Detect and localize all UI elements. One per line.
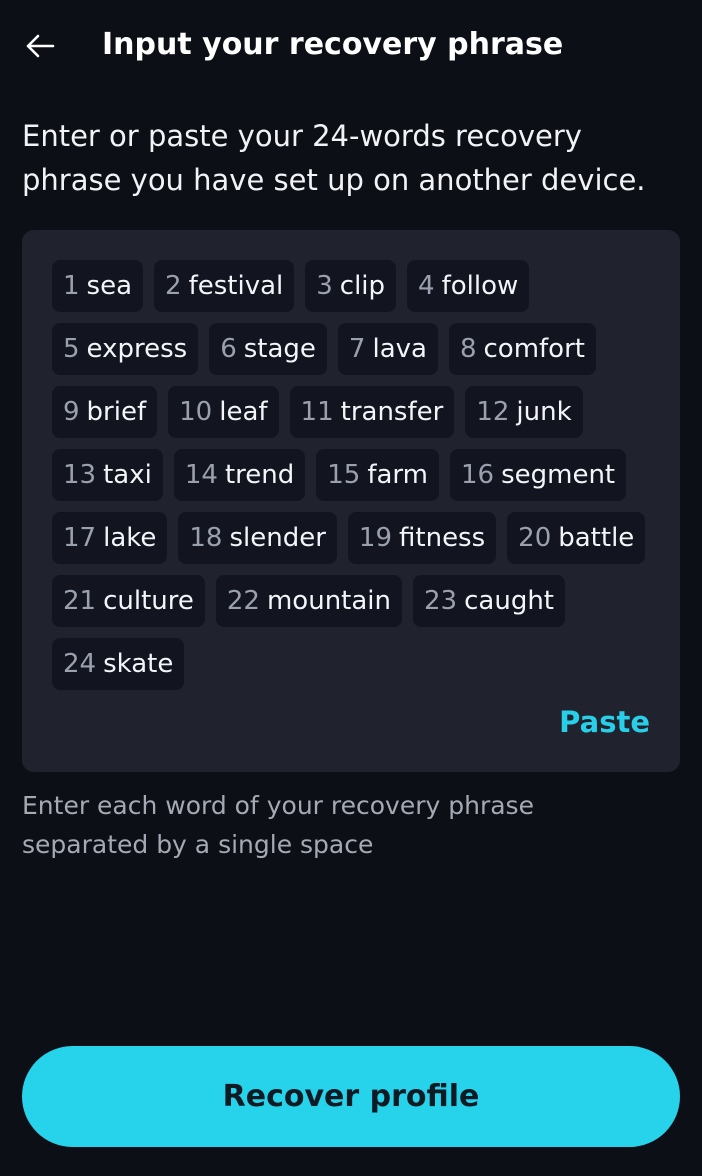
recover-profile-button[interactable]: Recover profile — [22, 1046, 680, 1147]
word-chip-number: 16 — [460, 460, 495, 490]
word-chip-number: 3 — [316, 271, 333, 301]
word-chip-text: skate — [103, 649, 174, 679]
word-chip[interactable]: 2 festival — [154, 260, 295, 312]
word-chip-number: 7 — [348, 334, 366, 364]
word-chip-text: brief — [86, 397, 147, 427]
word-chip-text: culture — [103, 586, 194, 616]
word-chip[interactable]: 15 farm — [316, 449, 439, 501]
word-chip-number: 1 — [63, 271, 80, 301]
word-chip-text: festival — [188, 271, 284, 301]
word-chip[interactable]: 18 slender — [178, 512, 337, 564]
back-button[interactable] — [20, 26, 60, 66]
word-chip-text: taxi — [103, 460, 152, 490]
word-chip-text: caught — [464, 586, 554, 616]
word-chip-number: 4 — [418, 271, 435, 301]
word-chip[interactable]: 20 battle — [507, 512, 646, 564]
word-chip-list: 1 sea 2 festival 3 clip 4 follow 5 express 6 stage 7… — [52, 260, 652, 690]
word-chip-number: 2 — [165, 271, 182, 301]
word-chip-number: 8 — [459, 334, 477, 364]
word-chip-number: 22 — [226, 586, 260, 616]
word-chip-text: fitness — [399, 523, 486, 553]
word-chip-text: follow — [441, 271, 519, 301]
word-chip[interactable]: 5 express — [52, 323, 199, 375]
hint-text: Enter each word of your recovery phrase … — [22, 791, 534, 859]
word-chip-number: 24 — [63, 649, 97, 679]
word-chip-text: trend — [224, 460, 295, 490]
intro-text: Enter or paste your 24-words recovery ph… — [22, 119, 646, 197]
word-chip[interactable]: 24 skate — [52, 638, 185, 690]
word-chip[interactable]: 13 taxi — [52, 449, 163, 501]
word-chip[interactable]: 14 trend — [173, 449, 306, 501]
word-chip-number: 11 — [300, 397, 334, 427]
word-chip[interactable]: 3 clip — [305, 260, 397, 312]
word-chip[interactable]: 7 lava — [337, 323, 438, 375]
word-chip[interactable]: 22 mountain — [215, 575, 403, 627]
word-chip[interactable]: 12 junk — [465, 386, 583, 438]
word-chip-text: lake — [103, 523, 157, 553]
word-chip-text: stage — [243, 334, 316, 364]
word-chip[interactable]: 1 sea — [52, 260, 144, 312]
word-chip-number: 19 — [358, 523, 393, 553]
word-chip[interactable]: 16 segment — [449, 449, 627, 501]
word-chip-number: 5 — [63, 334, 80, 364]
word-chip-number: 17 — [63, 523, 97, 553]
word-chip-number: 6 — [220, 334, 237, 364]
word-chip-text: sea — [86, 271, 133, 301]
word-chip-text: clip — [339, 271, 386, 301]
word-chip-number: 23 — [424, 586, 458, 616]
word-chip-number: 21 — [63, 586, 97, 616]
word-chip[interactable]: 4 follow — [407, 260, 530, 312]
word-chip-text: transfer — [340, 397, 444, 427]
header: Input your recovery phrase — [0, 0, 702, 92]
word-chip-text: comfort — [483, 334, 585, 364]
word-chip-text: farm — [367, 460, 428, 490]
word-chip[interactable]: 6 stage — [209, 323, 327, 375]
word-chip-number: 15 — [327, 460, 361, 490]
word-chip-text: junk — [516, 397, 572, 427]
word-chip-text: battle — [558, 523, 635, 553]
word-chip[interactable]: 11 transfer — [289, 386, 455, 438]
word-chip-text: segment — [501, 460, 616, 490]
word-chip[interactable]: 23 caught — [413, 575, 565, 627]
word-chip[interactable]: 17 lake — [52, 512, 168, 564]
word-chip-number: 18 — [189, 523, 223, 553]
word-chip-number: 10 — [179, 397, 213, 427]
paste-button[interactable]: Paste — [559, 702, 650, 742]
word-chip-text: mountain — [266, 586, 392, 616]
word-chip-text: express — [86, 334, 188, 364]
word-chip[interactable]: 10 leaf — [168, 386, 279, 438]
word-chip[interactable]: 9 brief — [52, 386, 158, 438]
arrow-left-icon — [26, 34, 55, 58]
page-title: Input your recovery phrase — [102, 27, 564, 62]
word-chip[interactable]: 19 fitness — [347, 512, 497, 564]
word-chip-text: slender — [229, 523, 326, 553]
word-chip-number: 20 — [518, 523, 552, 553]
word-chip[interactable]: 8 comfort — [448, 323, 596, 375]
word-chip-number: 9 — [63, 397, 80, 427]
word-chip-text: leaf — [219, 397, 268, 427]
word-chip-number: 13 — [63, 460, 97, 490]
word-chip-number: 14 — [184, 460, 218, 490]
word-chip[interactable]: 21 culture — [52, 575, 205, 627]
recovery-phrase-input[interactable]: 1 sea 2 festival 3 clip 4 follow 5 express 6 stage 7… — [22, 230, 680, 772]
word-chip-number: 12 — [476, 397, 510, 427]
word-chip-text: lava — [372, 334, 427, 364]
